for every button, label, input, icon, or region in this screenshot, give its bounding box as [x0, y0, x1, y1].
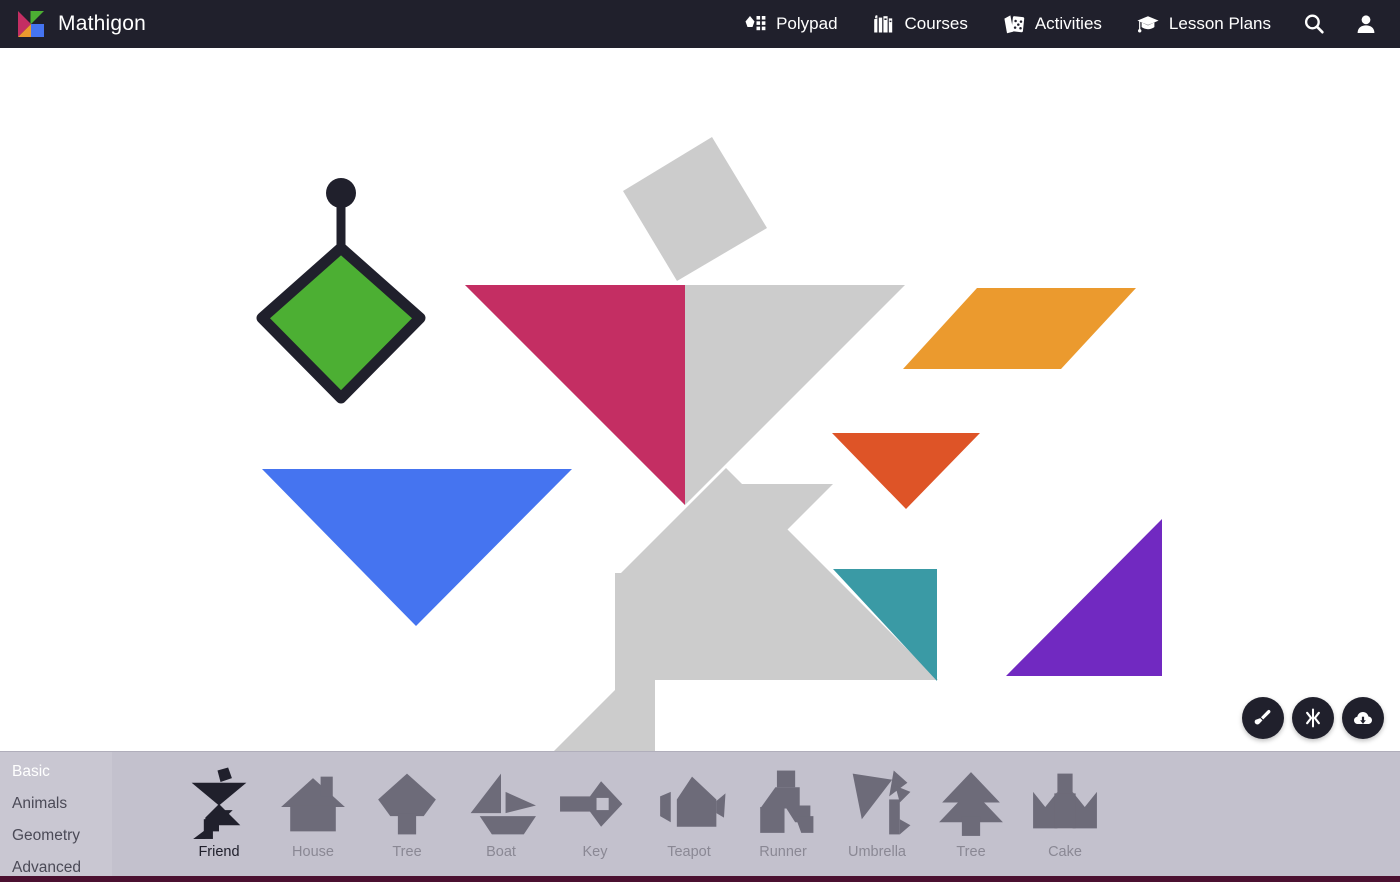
paintbrush-button[interactable]	[1242, 697, 1284, 739]
user-account-icon	[1357, 15, 1375, 33]
search-button[interactable]	[1288, 0, 1340, 48]
gallery-category-basic[interactable]: Basic	[0, 756, 124, 788]
gallery-tile-boat[interactable]: Boat	[454, 762, 548, 860]
tangram-gallery: Basic Animals Geometry Advanced Friend H…	[0, 751, 1400, 882]
gallery-tile-runner[interactable]: Runner	[736, 762, 830, 860]
gallery-tile-key[interactable]: Key	[548, 762, 642, 860]
gallery-tile-label: Tree	[956, 844, 986, 860]
mathigon-logo-icon	[18, 11, 44, 37]
tangram-umbrella-icon	[852, 770, 911, 835]
silhouette-head	[623, 137, 767, 281]
paintbrush-icon	[1254, 709, 1271, 725]
canvas-action-buttons	[1242, 697, 1384, 739]
nav-items: Polypad Courses Activities Lesson Plans	[726, 0, 1400, 48]
gallery-tile-label: Cake	[1048, 844, 1082, 860]
nav-item-label: Polypad	[776, 14, 838, 33]
nav-item-activities[interactable]: Activities	[985, 0, 1119, 48]
piece-large-triangle-2[interactable]	[262, 469, 572, 626]
top-navbar: Mathigon Polypad Courses Activities Less…	[0, 0, 1400, 48]
gallery-category-label: Animals	[12, 795, 68, 812]
gallery-tile-umbrella[interactable]: Umbrella	[830, 762, 924, 860]
tangram-key-icon	[560, 781, 623, 827]
nav-item-label: Activities	[1034, 14, 1102, 33]
tangram-canvas[interactable]	[0, 48, 1400, 751]
lesson-plans-icon	[1137, 16, 1159, 33]
gallery-tile-house[interactable]: House	[266, 762, 360, 860]
gallery-tile-label: Key	[582, 844, 608, 860]
tangram-app: Mathigon Polypad Courses Activities Less…	[0, 0, 1400, 882]
gallery-tile-label: Friend	[198, 844, 240, 860]
gallery-tile-label: House	[292, 844, 334, 860]
piece-medium-triangle[interactable]	[832, 433, 980, 509]
gallery-tile-cake[interactable]: Cake	[1018, 762, 1112, 860]
rotation-handle-knob[interactable]	[326, 178, 356, 208]
brand-title: Mathigon	[58, 12, 146, 35]
tangram-runner-icon	[760, 770, 814, 833]
tangram-tree-icon	[378, 773, 436, 835]
gallery-category-label: Advanced	[12, 859, 81, 876]
cloud-download-icon	[1354, 711, 1372, 725]
nav-item-polypad[interactable]: Polypad	[726, 0, 854, 48]
brand[interactable]: Mathigon	[0, 9, 146, 39]
gallery-tile-label: Boat	[486, 844, 516, 860]
download-button[interactable]	[1342, 697, 1384, 739]
nav-item-label: Courses	[904, 14, 968, 33]
piece-parallelogram[interactable]	[903, 288, 1136, 369]
tangram-friend-icon	[191, 767, 247, 839]
gallery-category-label: Geometry	[12, 827, 81, 844]
polypad-icon	[745, 16, 766, 31]
gallery-tile-tree[interactable]: Tree	[360, 762, 454, 860]
piece-small-triangle-2[interactable]	[1006, 519, 1162, 676]
tangram-teapot-icon	[660, 776, 726, 827]
silhouette-shin	[615, 573, 655, 751]
tangram-cake-icon	[1033, 773, 1097, 829]
gallery-tiles: Friend House Tree Boat Key Teapot Runner…	[112, 752, 1400, 882]
piece-square[interactable]	[256, 242, 426, 404]
silhouette-leg	[554, 608, 620, 751]
gallery-tile-label: Tree	[392, 844, 422, 860]
search-icon	[1304, 14, 1324, 34]
gallery-tile-teapot[interactable]: Teapot	[642, 762, 736, 860]
gallery-tile-label: Umbrella	[847, 844, 906, 860]
gallery-tile-label: Runner	[759, 844, 807, 860]
gallery-tile-friend[interactable]: Friend	[172, 762, 266, 860]
gallery-category-label: Basic	[12, 763, 50, 780]
gallery-category-animals[interactable]: Animals	[0, 788, 112, 820]
mirror-icon	[1306, 708, 1320, 728]
activities-icon	[1004, 15, 1025, 34]
mirror-button[interactable]	[1292, 697, 1334, 739]
piece-square-selected[interactable]	[256, 178, 426, 404]
nav-item-lesson-plans[interactable]: Lesson Plans	[1119, 0, 1288, 48]
gallery-category-geometry[interactable]: Geometry	[0, 820, 112, 852]
account-button[interactable]	[1340, 0, 1392, 48]
bottom-accent-strip	[0, 876, 1400, 882]
tangram-boat-icon	[470, 773, 536, 835]
gallery-category-rail: Basic Animals Geometry Advanced	[0, 752, 124, 882]
gallery-tile-label: Teapot	[667, 844, 711, 860]
tangram-tree2-icon	[939, 772, 1003, 836]
tangram-house-icon	[281, 776, 345, 832]
tangram-board[interactable]	[0, 48, 1400, 751]
nav-item-courses[interactable]: Courses	[855, 0, 985, 48]
courses-icon	[873, 15, 892, 33]
gallery-tile-tree2[interactable]: Tree	[924, 762, 1018, 860]
nav-item-label: Lesson Plans	[1168, 14, 1271, 33]
